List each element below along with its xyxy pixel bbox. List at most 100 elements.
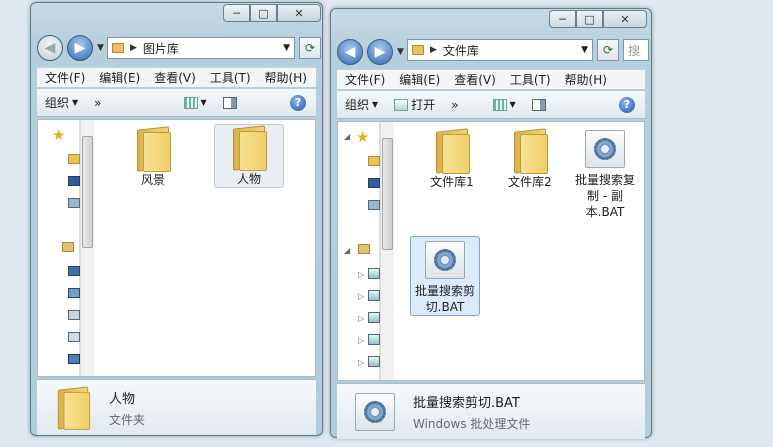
breadcrumb-arrow-icon[interactable]: ▶ [430, 45, 437, 55]
expand-arrow-icon[interactable]: ▷ [358, 336, 364, 345]
expand-arrow-icon[interactable]: ▷ [358, 270, 364, 279]
expand-arrow-icon[interactable]: ▷ [358, 358, 364, 367]
organize-button[interactable]: 组织 ▼ [37, 94, 86, 111]
scrollbar-thumb[interactable] [382, 138, 393, 250]
chevron-down-icon: ▼ [200, 98, 207, 107]
search-box[interactable]: 搜 [623, 39, 649, 61]
menu-edit[interactable]: 编辑(E) [399, 71, 440, 88]
computer-icon[interactable] [68, 332, 80, 342]
open-label: 打开 [411, 98, 436, 112]
item-label: 文件库2 [508, 175, 552, 189]
refresh-button[interactable]: ⟳ [299, 37, 321, 59]
expand-arrow-icon[interactable]: ▷ [358, 314, 364, 323]
forward-button[interactable]: ▶ [367, 39, 393, 65]
address-dropdown-icon[interactable]: ▼ [581, 45, 588, 55]
scrollbar-thumb[interactable] [82, 136, 93, 248]
folder-item[interactable]: 人物 [214, 124, 284, 188]
chevron-down-icon: ▼ [372, 100, 379, 109]
desktop: ─ □ ✕ ◀ ▶ ▼ ▶ 图片库 ▼ ⟳ 文件(F) 编辑(E) 查看(V) … [0, 0, 773, 447]
caption-buttons: ─ □ ✕ [549, 10, 647, 30]
open-button[interactable]: 打开 [386, 96, 443, 113]
organize-button[interactable]: 组织 ▼ [337, 96, 386, 113]
expand-arrow-icon[interactable]: ▷ [358, 292, 364, 301]
expand-arrow-icon[interactable]: ◢ [344, 132, 350, 141]
folder-icon[interactable] [68, 154, 80, 164]
menu-tools[interactable]: 工具(T) [210, 69, 251, 86]
libraries-icon[interactable] [358, 244, 370, 254]
desktop-icon[interactable] [368, 178, 380, 188]
address-bar[interactable]: ▶ 文件库 ▼ [407, 39, 593, 61]
close-button[interactable]: ✕ [603, 10, 647, 28]
menu-edit[interactable]: 编辑(E) [99, 69, 140, 86]
preview-pane-icon [531, 98, 546, 111]
folder-item[interactable]: 文件库2 [494, 128, 566, 198]
batch-file-gear-icon [355, 392, 395, 431]
documents-icon[interactable] [68, 266, 80, 276]
menu-view[interactable]: 查看(V) [154, 69, 196, 86]
views-button[interactable]: ▼ [485, 98, 524, 111]
bat-file-item[interactable]: 批量搜索剪切.BAT [410, 236, 480, 316]
help-icon[interactable]: ? [290, 94, 306, 111]
network-icon[interactable] [368, 200, 380, 210]
nav-scrollbar[interactable] [380, 122, 394, 380]
forward-button[interactable]: ▶ [67, 35, 93, 61]
command-bar: 组织 ▼ » ▼ ? [37, 89, 316, 117]
menu-help[interactable]: 帮助(H) [265, 69, 307, 86]
maximize-button[interactable]: □ [576, 10, 603, 28]
folder-icon [510, 128, 550, 174]
more-commands-button[interactable]: » [443, 98, 466, 112]
minimize-button[interactable]: ─ [549, 10, 576, 28]
folder-icon[interactable] [368, 156, 380, 166]
item-label: 文件库1 [430, 175, 474, 189]
search-hint: 搜 [628, 43, 641, 58]
expand-arrow-icon[interactable]: ◢ [344, 246, 350, 255]
breadcrumb-arrow-icon[interactable]: ▶ [130, 43, 137, 53]
music-icon[interactable] [68, 354, 80, 364]
more-commands-button[interactable]: » [86, 96, 109, 110]
chevron-down-icon: ▼ [509, 100, 516, 109]
computer-icon[interactable] [368, 334, 380, 345]
history-dropdown-icon[interactable]: ▼ [97, 43, 104, 53]
refresh-button[interactable]: ⟳ [597, 39, 619, 61]
maximize-button[interactable]: □ [250, 4, 277, 22]
menu-tools[interactable]: 工具(T) [510, 71, 551, 88]
views-icon [492, 98, 507, 111]
folder-item[interactable]: 风景 [118, 126, 188, 190]
views-button[interactable]: ▼ [176, 96, 215, 109]
item-label: 批量搜索剪切.BAT [414, 284, 475, 314]
back-button[interactable]: ◀ [37, 35, 63, 61]
address-bar[interactable]: ▶ 图片库 ▼ [107, 37, 295, 59]
bat-file-item[interactable]: 批量搜索复制 - 副本.BAT [572, 130, 638, 230]
help-icon[interactable]: ? [619, 96, 635, 113]
favorites-star-icon[interactable]: ★ [356, 128, 369, 146]
preview-pane-button[interactable] [524, 98, 554, 111]
item-label: 人物 [236, 172, 261, 186]
menu-bar: 文件(F) 编辑(E) 查看(V) 工具(T) 帮助(H) [37, 67, 316, 87]
videos-icon[interactable] [368, 312, 380, 323]
music-icon[interactable] [368, 356, 380, 367]
back-button[interactable]: ◀ [337, 39, 363, 65]
pictures-icon[interactable] [68, 288, 80, 298]
open-icon [394, 98, 409, 111]
libraries-icon[interactable] [62, 242, 74, 252]
close-button[interactable]: ✕ [277, 4, 321, 22]
nav-scrollbar[interactable] [80, 120, 94, 376]
navigation-pane: ★ [38, 120, 80, 376]
menu-view[interactable]: 查看(V) [454, 71, 496, 88]
pictures-icon[interactable] [368, 290, 380, 301]
network-icon[interactable] [68, 198, 80, 208]
history-dropdown-icon[interactable]: ▼ [397, 47, 404, 57]
menu-file[interactable]: 文件(F) [45, 69, 85, 86]
folder-item[interactable]: 文件库1 [416, 128, 488, 198]
minimize-button[interactable]: ─ [223, 4, 250, 22]
documents-icon[interactable] [368, 268, 380, 279]
menu-help[interactable]: 帮助(H) [565, 71, 607, 88]
desktop-icon[interactable] [68, 176, 80, 186]
command-bar: 组织 ▼ 打开 » ▼ ? [337, 91, 645, 119]
address-dropdown-icon[interactable]: ▼ [283, 43, 290, 53]
videos-icon[interactable] [68, 310, 80, 320]
menu-file[interactable]: 文件(F) [345, 71, 385, 88]
favorites-star-icon[interactable]: ★ [52, 126, 65, 144]
folder-icon [54, 385, 92, 430]
preview-pane-button[interactable] [215, 96, 245, 109]
